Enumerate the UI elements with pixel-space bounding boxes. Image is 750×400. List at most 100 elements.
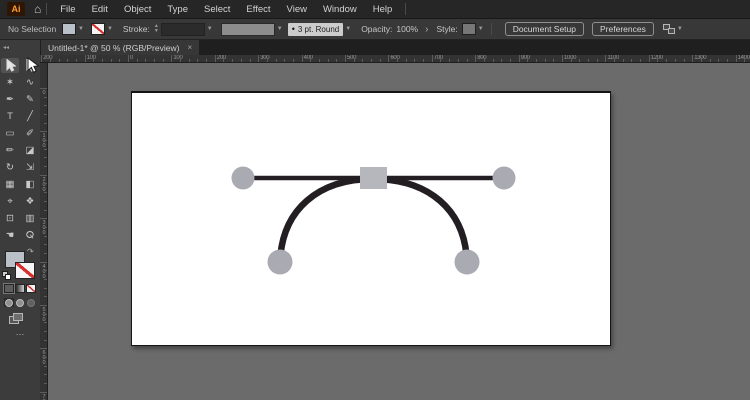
selection-status: No Selection	[8, 24, 60, 34]
stroke-chevron-icon[interactable]: ▼	[107, 26, 113, 32]
paintbrush-tool[interactable]: ✐	[21, 126, 39, 141]
home-icon[interactable]: ⌂	[34, 3, 41, 15]
stroke-weight-chevron-icon[interactable]: ▼	[207, 26, 213, 32]
magic-wand-tool[interactable]: ✶	[1, 75, 19, 90]
eyedropper-tool[interactable]: ⌖	[1, 194, 19, 209]
tools-panel: ✶∿✒✎T╱▭✐✏◪↻⇲▦◧⌖❖⊡▥☚ⵕ ↷ …	[0, 55, 40, 400]
handle-endpoint[interactable]	[493, 167, 516, 190]
curvature-tool[interactable]: ✎	[21, 92, 39, 107]
selection-tool[interactable]	[1, 58, 19, 73]
menu-item-type[interactable]: Type	[159, 0, 196, 19]
none-button[interactable]	[26, 284, 36, 293]
menu-item-window[interactable]: Window	[315, 0, 365, 19]
menu-item-object[interactable]: Object	[116, 0, 159, 19]
rotate-tool[interactable]: ↻	[1, 160, 19, 175]
canvas-area[interactable]	[48, 63, 750, 400]
tab-close-icon[interactable]: ×	[187, 43, 192, 52]
swap-fill-stroke-icon[interactable]: ↷	[27, 247, 34, 256]
handle-endpoint[interactable]	[268, 250, 293, 275]
preferences-button[interactable]: Preferences	[592, 22, 654, 36]
blend-tool[interactable]: ❖	[21, 194, 39, 209]
document-tab-title: Untitled-1* @ 50 % (RGB/Preview)	[48, 43, 179, 53]
none-slash-icon	[16, 263, 34, 278]
menu-item-select[interactable]: Select	[196, 0, 238, 19]
screen-mode-button[interactable]	[9, 313, 22, 323]
rectangle-tool[interactable]: ▭	[1, 126, 19, 141]
anchor-point[interactable]	[360, 167, 387, 189]
brush-definition-value: 3 pt. Round	[298, 25, 339, 34]
divider	[46, 3, 47, 15]
draw-inside-button[interactable]	[26, 298, 36, 307]
style-chevron-icon[interactable]: ▼	[478, 26, 484, 32]
line-segment-tool[interactable]: ╱	[21, 109, 39, 124]
color-button[interactable]	[4, 284, 14, 293]
default-fill-stroke-icon[interactable]	[2, 271, 11, 279]
fill-color-swatch[interactable]	[62, 23, 76, 35]
ruler-label: 700	[434, 55, 443, 62]
artboard[interactable]	[131, 91, 611, 346]
pencil-tool[interactable]: ✏	[1, 143, 19, 158]
artboard-tool[interactable]: ⊡	[1, 211, 19, 226]
menu-item-edit[interactable]: Edit	[84, 0, 116, 19]
stroke-weight-stepper[interactable]: ▲ ▼	[154, 24, 159, 34]
menu-item-effect[interactable]: Effect	[238, 0, 278, 19]
type-tool[interactable]: T	[1, 109, 19, 124]
ruler-label: 400	[304, 55, 313, 62]
handle-endpoint[interactable]	[232, 167, 255, 190]
menu-item-help[interactable]: Help	[365, 0, 401, 19]
ruler-label: 800	[477, 55, 486, 62]
draw-normal-button[interactable]	[4, 298, 14, 307]
menu-item-file[interactable]: File	[52, 0, 83, 19]
document-setup-button[interactable]: Document Setup	[505, 22, 584, 36]
zoom-tool[interactable]: ⵕ	[21, 228, 39, 243]
stroke-label[interactable]: Stroke:	[123, 24, 150, 34]
style-swatch[interactable]	[462, 23, 476, 35]
bezier-artwork[interactable]	[132, 93, 610, 345]
ruler-label: 200	[43, 55, 52, 62]
gradient-tool[interactable]: ◧	[21, 177, 39, 192]
opacity-overflow-chevron-icon[interactable]: ›	[425, 24, 428, 35]
scale-tool[interactable]: ⇲	[21, 160, 39, 175]
bezier-curve[interactable]	[280, 179, 467, 262]
horizontal-ruler[interactable]: 2001000100200300400500600700800900100011…	[40, 55, 750, 63]
menu-item-view[interactable]: View	[279, 0, 315, 19]
brush-chevron-icon[interactable]: ▼	[345, 26, 351, 32]
paint-mode-buttons	[4, 284, 36, 293]
none-slash-icon	[92, 24, 104, 34]
eraser-tool[interactable]: ◪	[21, 143, 39, 158]
opacity-value[interactable]: 100%	[396, 24, 418, 34]
draw-behind-button[interactable]	[15, 298, 25, 307]
workspace-chevron-icon[interactable]: ▼	[677, 26, 683, 32]
workspace-icon[interactable]	[663, 24, 675, 35]
control-bar: No Selection ▼ ▼ Stroke: ▲ ▼ ▼ ▼ • 3 pt.…	[0, 19, 750, 40]
style-label[interactable]: Style:	[436, 24, 457, 34]
variable-width-profile-select[interactable]	[221, 23, 275, 36]
toolbar-panel-header[interactable]: ◂◂	[0, 40, 40, 55]
vertical-ruler[interactable]: 0100200300400500600700	[40, 63, 48, 400]
collapse-panel-icon[interactable]: ◂◂	[3, 44, 9, 51]
document-tab[interactable]: Untitled-1* @ 50 % (RGB/Preview) ×	[41, 40, 199, 55]
none-slash-icon	[27, 285, 35, 292]
handle-endpoint[interactable]	[455, 250, 480, 275]
column-graph-tool[interactable]: ▥	[21, 211, 39, 226]
lasso-tool[interactable]: ∿	[21, 75, 39, 90]
ruler-label: 700	[40, 394, 48, 400]
gradient-button[interactable]	[15, 284, 25, 293]
stroke-color-swatch[interactable]	[91, 23, 105, 35]
pen-tool[interactable]: ✒	[1, 92, 19, 107]
stroke-weight-input[interactable]	[161, 23, 205, 36]
profile-chevron-icon[interactable]: ▼	[277, 26, 283, 32]
hand-tool[interactable]: ☚	[1, 228, 19, 243]
fill-chevron-icon[interactable]: ▼	[78, 26, 84, 32]
ruler-label: 100	[173, 55, 182, 62]
ruler-label: 600	[390, 55, 399, 62]
mouse-cursor	[27, 57, 40, 74]
toolbar-overflow-button[interactable]: …	[0, 327, 40, 337]
stroke-swatch[interactable]	[15, 262, 35, 279]
mesh-tool[interactable]: ▦	[1, 177, 19, 192]
stepper-down-icon[interactable]: ▼	[154, 29, 159, 34]
app-logo-icon[interactable]: Ai	[7, 2, 25, 16]
ruler-label: 200	[217, 55, 226, 62]
opacity-label[interactable]: Opacity:	[361, 24, 392, 34]
brush-definition-select[interactable]: • 3 pt. Round	[288, 23, 344, 36]
